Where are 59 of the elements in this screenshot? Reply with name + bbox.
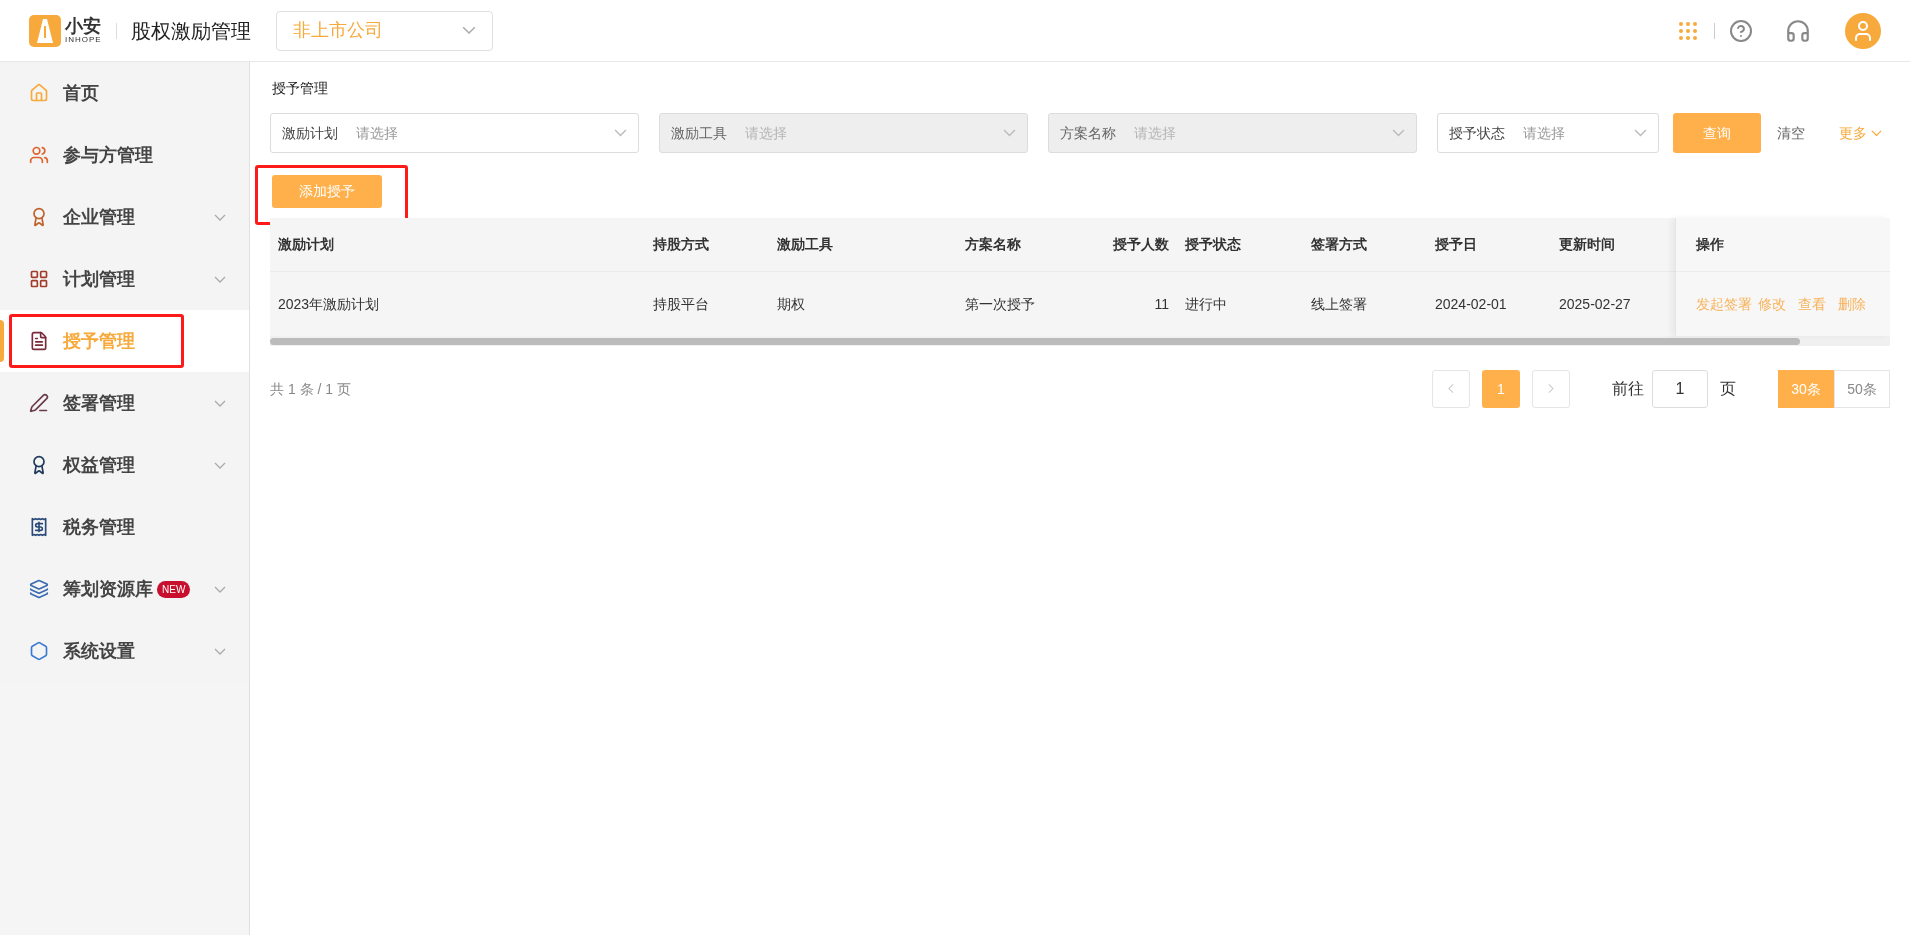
table-cell-text: 第一次授予 [964,294,1036,314]
chevron-down-icon [214,461,226,469]
table-cell-text: 进行中 [1184,294,1228,314]
page-size-option[interactable]: 50条 [1834,370,1890,408]
help-icon[interactable] [1729,18,1753,43]
column-header: 操作 [1696,235,1724,254]
goto-label: 前往 [1612,379,1644,399]
hexagon-icon [29,641,49,661]
table-cell-text: 线上签署 [1310,294,1368,314]
column-header: 方案名称 [964,235,1022,254]
app-title: 股权激励管理 [130,18,251,44]
table-cell-text: 2025-02-27 [1558,294,1632,314]
column-header: 签署方式 [1310,235,1368,254]
grid-icon [29,269,49,289]
goto-page-input[interactable]: 1 [1652,370,1708,408]
table-cell-text: 2024-02-01 [1434,294,1508,314]
chevron-down-icon [1634,129,1647,137]
logo-icon [29,14,61,47]
chevron-down-icon [1871,129,1882,137]
pen-icon [29,393,49,413]
table-cell-text: 期权 [776,294,806,314]
column-header: 授予人数 [1112,235,1170,254]
chevron-down-icon [614,129,627,137]
table-cell-text: 2023年激励计划 [277,294,381,314]
page-title: 授予管理 [272,79,329,98]
people-icon [29,145,49,165]
chevron-down-icon [461,26,476,35]
filter-select[interactable]: 激励计划 请选择 [270,113,639,153]
chevron-down-icon [1392,129,1405,137]
table-cell-text: 持股平台 [652,294,710,314]
prev-page-button[interactable] [1432,370,1470,408]
chevron-down-icon [214,585,226,593]
logo-text: 小安 [65,17,102,35]
scrollbar-thumb[interactable] [270,337,1800,345]
home-icon [29,83,49,103]
document-icon [29,331,49,351]
filter-select[interactable]: 授予状态 请选择 [1437,113,1659,153]
avatar-icon[interactable] [1845,12,1881,49]
goto-suffix: 页 [1720,379,1736,399]
chevron-down-icon [214,647,226,655]
column-header: 授予状态 [1184,235,1242,254]
pagination-summary: 共 1 条 / 1 页 [270,379,351,399]
receipt-icon [29,517,49,537]
table-cell-text: 11 [1153,294,1170,314]
column-header: 持股方式 [652,235,710,254]
layers-icon [29,579,49,599]
logo-subtext: INHOPE [65,36,102,44]
column-header: 激励工具 [776,235,834,254]
chevron-down-icon [214,213,226,221]
chevron-down-icon [214,399,226,407]
column-header: 授予日 [1434,235,1478,254]
clear-button[interactable]: 清空 [1777,122,1805,144]
column-header: 激励计划 [277,235,335,254]
chevron-down-icon [214,275,226,283]
headset-icon[interactable] [1785,17,1811,44]
next-page-button[interactable] [1532,370,1570,408]
chevron-down-icon [1003,129,1016,137]
column-header: 更新时间 [1558,235,1616,254]
new-badge: NEW [157,580,191,598]
